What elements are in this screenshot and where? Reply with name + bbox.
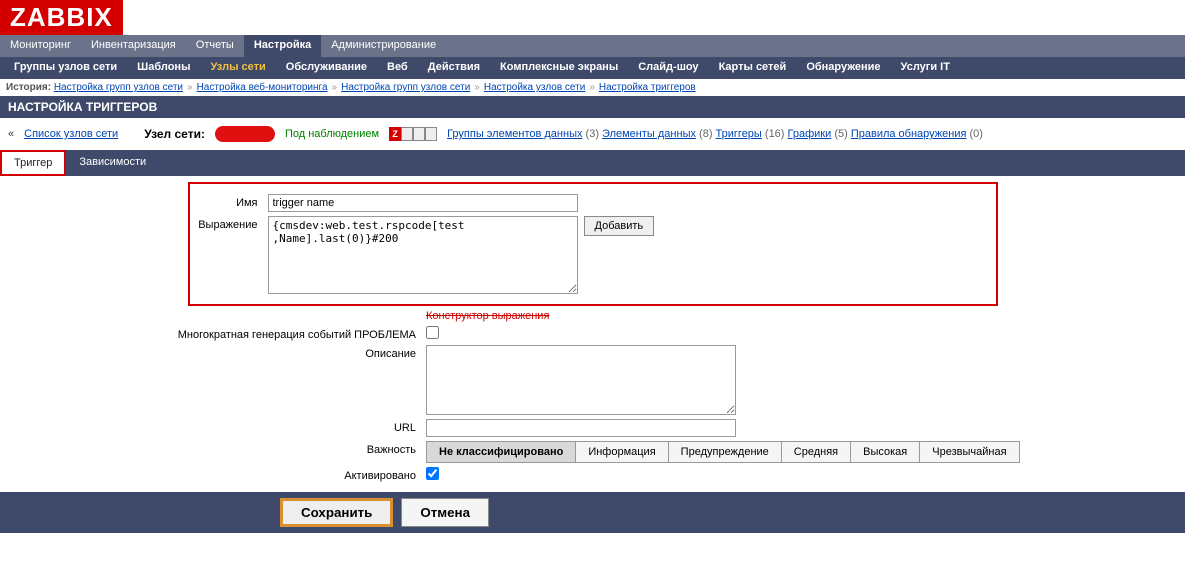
cancel-button[interactable]: Отмена (401, 498, 489, 527)
host-nav-count: (5) (831, 128, 848, 140)
history-bar: История: Настройка групп узлов сети»Наст… (0, 79, 1185, 96)
host-nav-count: (0) (966, 128, 983, 140)
jmx-icon (413, 127, 425, 141)
host-nav-link[interactable]: Графики (788, 128, 832, 140)
main-menu-item[interactable]: Настройка (244, 35, 321, 57)
history-link[interactable]: Настройка веб-мониторинга (197, 82, 328, 93)
multiple-problem-checkbox[interactable] (426, 326, 439, 339)
host-nav-link[interactable]: Группы элементов данных (447, 128, 582, 140)
sub-menu-item[interactable]: Веб (377, 57, 418, 79)
host-nav-link[interactable]: Элементы данных (602, 128, 696, 140)
host-name-redacted (215, 126, 275, 142)
description-textarea[interactable] (426, 345, 736, 415)
sub-menu-item[interactable]: Узлы сети (200, 57, 275, 79)
host-label: Узел сети: (144, 127, 205, 141)
multiple-problem-label: Многократная генерация событий ПРОБЛЕМА (0, 326, 426, 341)
sub-menu-item[interactable]: Слайд-шоу (628, 57, 708, 79)
enabled-label: Активировано (0, 467, 426, 482)
host-bar: « Список узлов сети Узел сети: Под наблю… (0, 118, 1185, 150)
main-menu-item[interactable]: Администрирование (321, 35, 446, 57)
severity-option[interactable]: Чрезвычайная (919, 441, 1019, 463)
main-menu: МониторингИнвентаризацияОтчетыНастройкаА… (0, 35, 1185, 57)
host-list-link[interactable]: Список узлов сети (24, 128, 118, 140)
host-nav-count: (16) (762, 128, 785, 140)
sub-menu: Группы узлов сетиШаблоныУзлы сетиОбслужи… (0, 57, 1185, 79)
sub-menu-item[interactable]: Обслуживание (276, 57, 377, 79)
sub-menu-item[interactable]: Группы узлов сети (4, 57, 127, 79)
sub-menu-item[interactable]: Услуги IT (891, 57, 960, 79)
history-link[interactable]: Настройка узлов сети (484, 82, 585, 93)
monitored-label: Под наблюдением (285, 128, 379, 140)
name-input[interactable] (268, 194, 578, 212)
severity-option[interactable]: Предупреждение (668, 441, 782, 463)
sub-menu-item[interactable]: Карты сетей (709, 57, 797, 79)
history-link[interactable]: Настройка групп узлов сети (341, 82, 470, 93)
tab-dependencies[interactable]: Зависимости (66, 150, 159, 176)
main-menu-item[interactable]: Мониторинг (0, 35, 81, 57)
ipmi-icon (425, 127, 437, 141)
sub-menu-item[interactable]: Действия (418, 57, 490, 79)
logo: ZABBIX (0, 0, 123, 35)
name-label: Имя (198, 194, 268, 209)
host-nav-count: (8) (696, 128, 713, 140)
tabs: Триггер Зависимости (0, 150, 1185, 176)
host-nav-link[interactable]: Правила обнаружения (851, 128, 967, 140)
severity-option[interactable]: Средняя (781, 441, 851, 463)
severity-option[interactable]: Не классифицировано (426, 441, 576, 463)
laquo: « (8, 128, 14, 140)
sub-menu-item[interactable]: Шаблоны (127, 57, 200, 79)
add-expression-button[interactable]: Добавить (584, 216, 655, 236)
footer-bar: Сохранить Отмена (0, 492, 1185, 533)
severity-option[interactable]: Информация (575, 441, 668, 463)
url-label: URL (0, 419, 426, 434)
severity-buttons: Не классифицированоИнформацияПредупрежде… (426, 441, 1020, 463)
history-link[interactable]: Настройка групп узлов сети (54, 82, 183, 93)
tab-trigger[interactable]: Триггер (0, 150, 66, 176)
severity-label: Важность (0, 441, 426, 456)
history-link[interactable]: Настройка триггеров (599, 82, 696, 93)
description-label: Описание (0, 345, 426, 360)
history-label: История: (6, 82, 51, 93)
form-highlight-box: Имя Выражение {cmsdev:web.test.rspcode[t… (188, 182, 998, 306)
url-input[interactable] (426, 419, 736, 437)
expression-textarea[interactable]: {cmsdev:web.test.rspcode[test ,Name].las… (268, 216, 578, 294)
snmp-icon (401, 127, 413, 141)
severity-option[interactable]: Высокая (850, 441, 920, 463)
host-status-icons: Z (389, 127, 437, 141)
host-nav-link[interactable]: Триггеры (716, 128, 762, 140)
enabled-checkbox[interactable] (426, 467, 439, 480)
expression-constructor-link[interactable]: Конструктор выражения (426, 310, 549, 322)
sub-menu-item[interactable]: Комплексные экраны (490, 57, 628, 79)
host-nav-count: (3) (582, 128, 599, 140)
zabbix-agent-icon: Z (389, 127, 401, 141)
main-menu-item[interactable]: Инвентаризация (81, 35, 186, 57)
main-menu-item[interactable]: Отчеты (186, 35, 244, 57)
sub-menu-item[interactable]: Обнаружение (796, 57, 890, 79)
expression-label: Выражение (198, 216, 268, 231)
page-title: НАСТРОЙКА ТРИГГЕРОВ (0, 96, 1185, 118)
save-button[interactable]: Сохранить (280, 498, 393, 527)
